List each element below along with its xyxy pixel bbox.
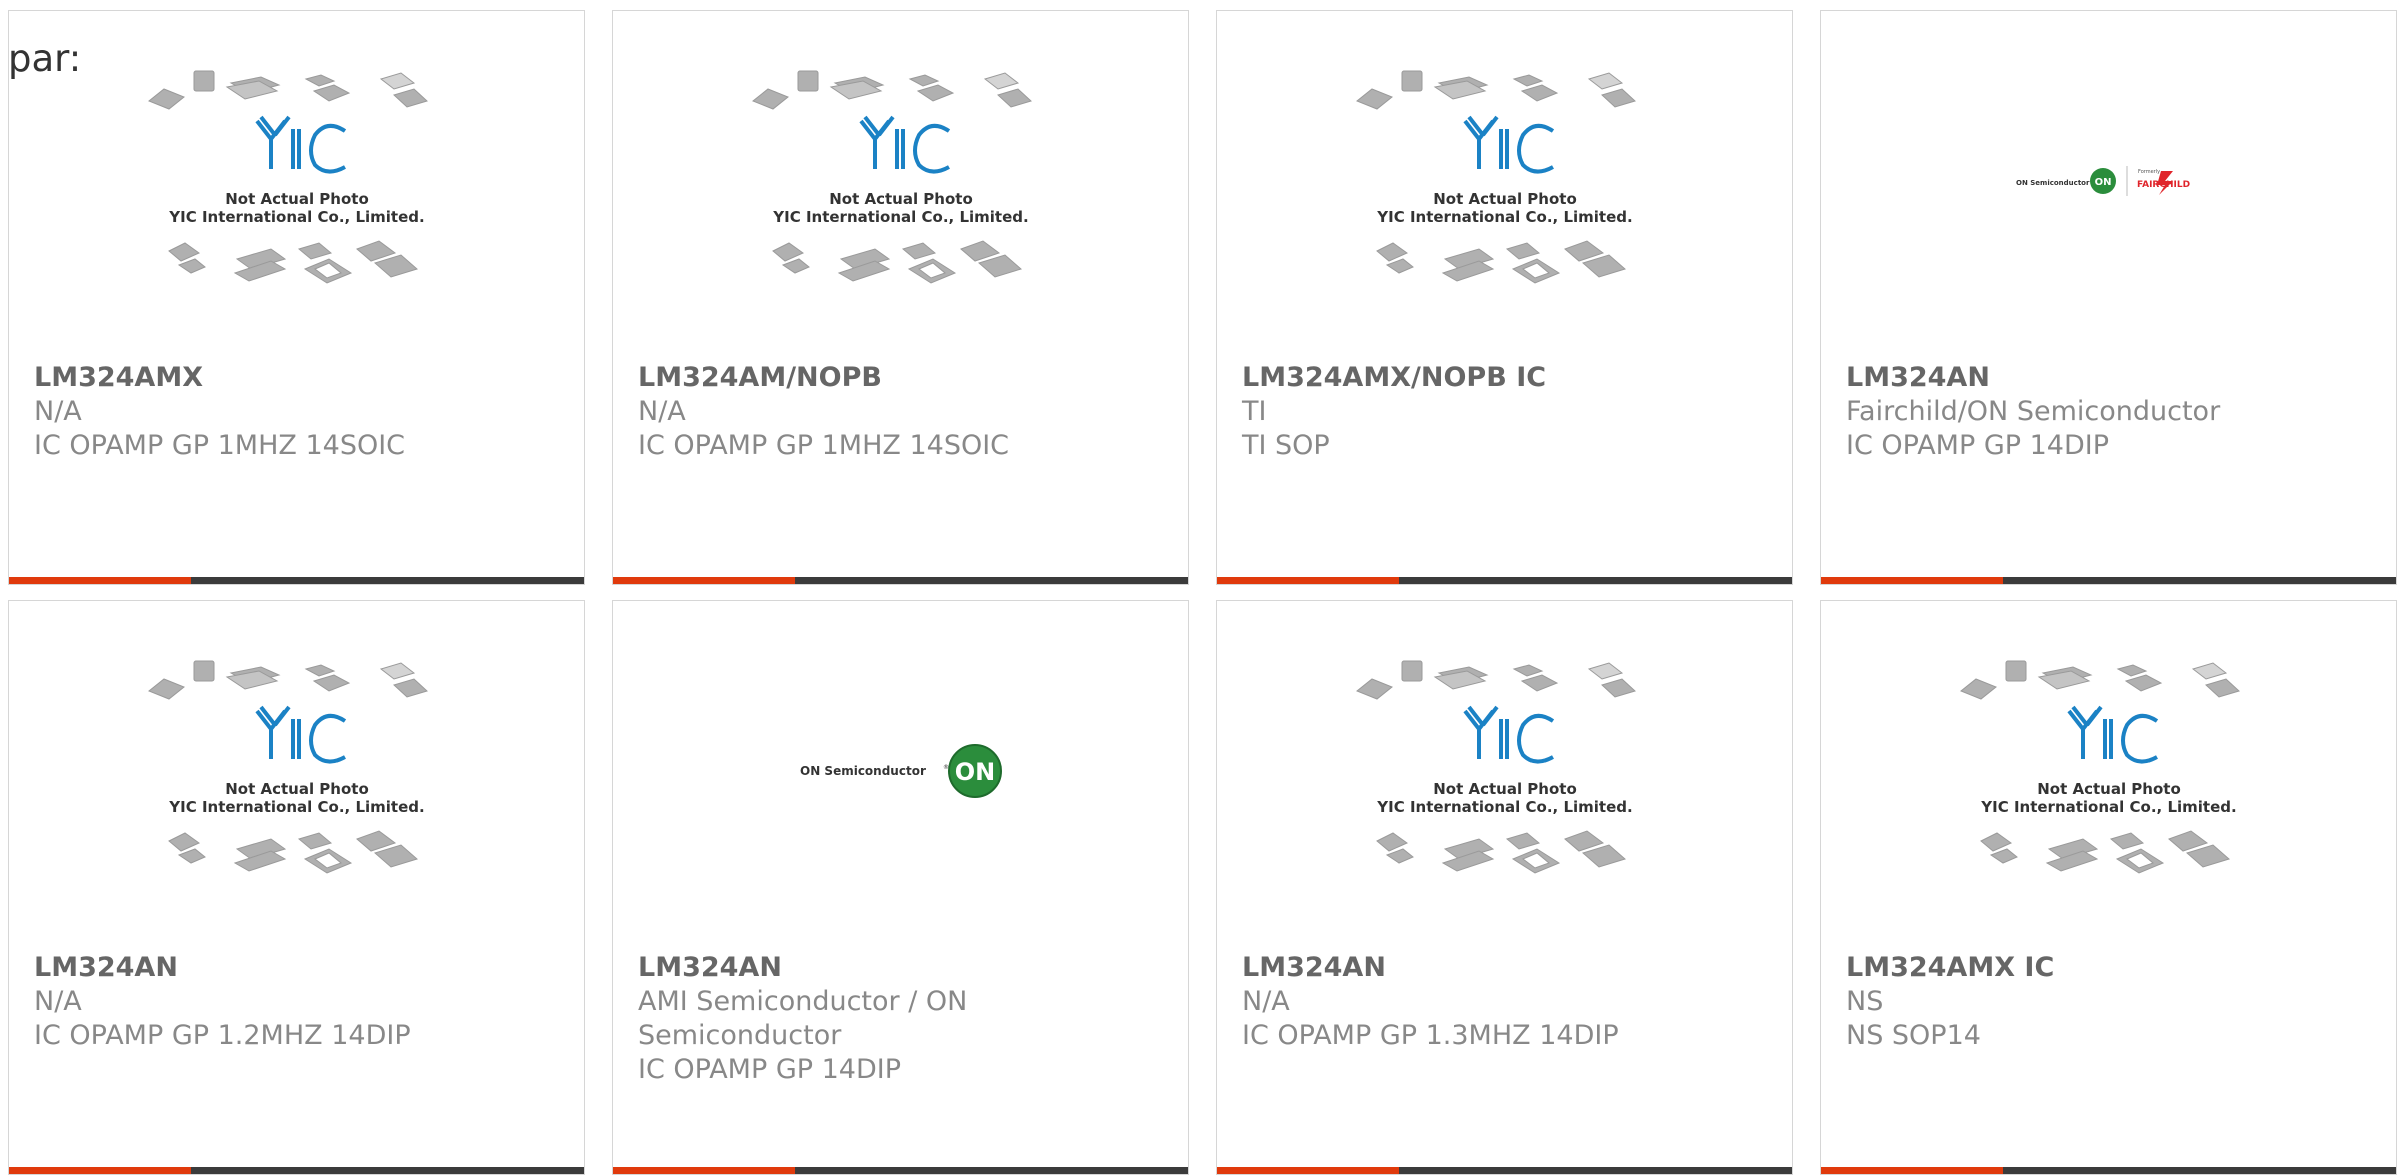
product-image[interactable]: Not Actual Photo YIC International Co., …	[9, 601, 584, 941]
card-bottom-bar	[9, 1167, 584, 1174]
manufacturer: TI	[1242, 396, 1267, 427]
product-card[interactable]: Not Actual Photo YIC International Co., …	[1216, 10, 1793, 585]
manufacturer: N/A	[638, 396, 686, 427]
part-number[interactable]: LM324AMX	[34, 361, 564, 395]
svg-text:Formerly: Formerly	[2138, 169, 2160, 175]
product-image[interactable]: Not Actual Photo YIC International Co., …	[9, 11, 584, 351]
card-bottom-bar	[1821, 577, 2396, 584]
manufacturer: N/A	[34, 396, 82, 427]
product-image[interactable]: Not Actual Photo YIC International Co., …	[1217, 601, 1792, 941]
description: IC OPAMP GP 14DIP	[638, 1054, 902, 1085]
card-accent-bar	[1217, 577, 1399, 584]
product-card[interactable]: Not Actual Photo YIC International Co., …	[1216, 600, 1793, 1175]
placeholder-line2: YIC International Co., Limited.	[168, 208, 424, 226]
product-image[interactable]: ON Semiconductor ® ON	[613, 601, 1188, 941]
card-bottom-bar	[1217, 577, 1792, 584]
card-accent-bar	[1217, 1167, 1399, 1174]
card-bottom-bar	[1217, 1167, 1792, 1174]
part-number[interactable]: LM324AN	[638, 951, 1168, 985]
description: TI SOP	[1242, 430, 1330, 461]
product-image[interactable]: Not Actual Photo YIC International Co., …	[1217, 11, 1792, 351]
svg-text:ON: ON	[955, 758, 996, 786]
card-accent-bar	[9, 577, 191, 584]
on-semi-logo-text: ON Semiconductor	[800, 764, 926, 778]
product-image[interactable]: ON Semiconductor ON Formerly FAIRCHILD	[1821, 11, 2396, 351]
placeholder-line1: Not Actual Photo	[1433, 190, 1577, 208]
part-number[interactable]: LM324AMX/NOPB IC	[1242, 361, 1772, 395]
manufacturer: Fairchild/ON Semiconductor	[1846, 396, 2221, 427]
product-card[interactable]: Not Actual Photo YIC International Co., …	[8, 600, 585, 1175]
placeholder-line1: Not Actual Photo	[2037, 780, 2181, 798]
description: IC OPAMP GP 1MHZ 14SOIC	[638, 430, 1010, 461]
part-number[interactable]: LM324AN	[1242, 951, 1772, 985]
placeholder-line2: YIC International Co., Limited.	[1376, 208, 1632, 226]
card-bottom-bar	[9, 577, 584, 584]
card-accent-bar	[1821, 1167, 2003, 1174]
card-accent-bar	[613, 577, 795, 584]
part-number[interactable]: LM324AMX IC	[1846, 951, 2376, 985]
placeholder-line2: YIC International Co., Limited.	[168, 798, 424, 816]
manufacturer: N/A	[34, 986, 82, 1017]
description: IC OPAMP GP 1MHZ 14SOIC	[34, 430, 406, 461]
page-label: par:	[8, 37, 82, 80]
product-card[interactable]: Not Actual Photo YIC International Co., …	[1820, 600, 2397, 1175]
product-image[interactable]: Not Actual Photo YIC International Co., …	[1821, 601, 2396, 941]
manufacturer: NS	[1846, 986, 1884, 1017]
on-semi-logo-text: ON Semiconductor	[2016, 179, 2090, 187]
placeholder-line1: Not Actual Photo	[225, 190, 369, 208]
part-number[interactable]: LM324AM/NOPB	[638, 361, 1168, 395]
placeholder-line1: Not Actual Photo	[829, 190, 973, 208]
placeholder-line2: YIC International Co., Limited.	[1980, 798, 2236, 816]
placeholder-line1: Not Actual Photo	[225, 780, 369, 798]
card-bottom-bar	[613, 1167, 1188, 1174]
product-image[interactable]: Not Actual Photo YIC International Co., …	[613, 11, 1188, 351]
placeholder-line1: Not Actual Photo	[1433, 780, 1577, 798]
card-accent-bar	[613, 1167, 795, 1174]
card-accent-bar	[9, 1167, 191, 1174]
product-card[interactable]: Not Actual Photo YIC International Co., …	[612, 10, 1189, 585]
card-bottom-bar	[1821, 1167, 2396, 1174]
product-card[interactable]: ON Semiconductor ON Formerly FAIRCHILD L…	[1820, 10, 2397, 585]
product-card[interactable]: ON Semiconductor ® ON LM324AN AMI Semico…	[612, 600, 1189, 1175]
placeholder-line2: YIC International Co., Limited.	[1376, 798, 1632, 816]
product-card[interactable]: Not Actual Photo YIC International Co., …	[8, 10, 585, 585]
part-number[interactable]: LM324AN	[34, 951, 564, 985]
manufacturer: AMI Semiconductor / ON Semiconductor	[638, 986, 968, 1051]
description: NS SOP14	[1846, 1020, 1981, 1051]
svg-text:ON: ON	[2095, 177, 2112, 188]
description: IC OPAMP GP 1.3MHZ 14DIP	[1242, 1020, 1619, 1051]
card-accent-bar	[1821, 577, 2003, 584]
product-grid: Not Actual Photo YIC International Co., …	[0, 0, 2400, 1175]
placeholder-line2: YIC International Co., Limited.	[772, 208, 1028, 226]
card-bottom-bar	[613, 577, 1188, 584]
description: IC OPAMP GP 14DIP	[1846, 430, 2110, 461]
manufacturer: N/A	[1242, 986, 1290, 1017]
description: IC OPAMP GP 1.2MHZ 14DIP	[34, 1020, 411, 1051]
part-number[interactable]: LM324AN	[1846, 361, 2376, 395]
